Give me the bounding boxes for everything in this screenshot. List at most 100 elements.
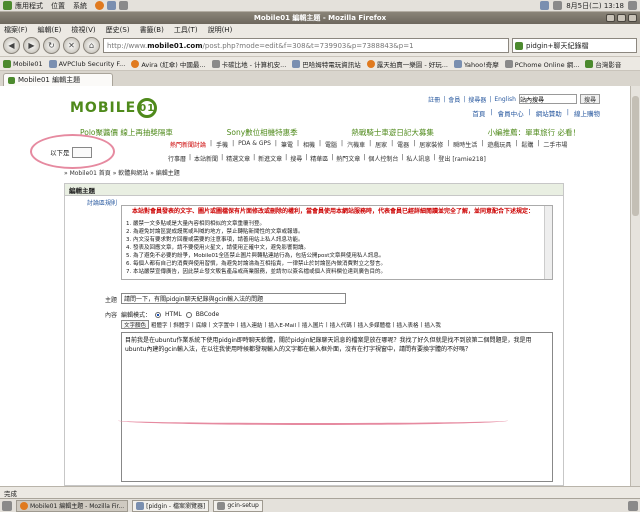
insert-media-button[interactable]: 插入多媒體檔	[358, 321, 391, 329]
post-content-editor[interactable]: 目前我是在ubuntu作業系統下使用pidgin即時聊天軟體，關於pidgin紀…	[121, 332, 553, 482]
bookmark-item[interactable]: 巴哈姆特電玩資訊站	[292, 59, 361, 69]
category-link[interactable]: 熱門新聞討論	[170, 140, 206, 149]
insert-email-button[interactable]: 插入E-Mail	[268, 321, 296, 329]
menu-edit[interactable]: 編輯(E)	[38, 25, 62, 35]
task-file-browser[interactable]: [pidgin - 檔案瀏覽器]	[132, 499, 210, 512]
forward-button[interactable]: ▶	[23, 37, 40, 54]
promo-link[interactable]: Sony數位相機特惠季	[227, 127, 298, 138]
forum-nav-link[interactable]: 精華區	[310, 154, 328, 163]
insert-image-button[interactable]: 插入圖片	[302, 321, 324, 329]
site-search-button[interactable]: 搜尋	[579, 94, 600, 104]
show-desktop-icon[interactable]	[2, 500, 12, 511]
forum-nav-link[interactable]: 精選文章	[226, 154, 250, 163]
maximize-button[interactable]	[617, 14, 626, 22]
menu-view[interactable]: 檢視(V)	[71, 25, 95, 35]
bookmark-item[interactable]: Mobile01	[3, 59, 43, 68]
category-link[interactable]: 相機	[303, 140, 315, 149]
page-scrollbar[interactable]	[630, 86, 640, 486]
forum-nav-link[interactable]: 個人控制台	[368, 154, 398, 163]
close-button[interactable]	[628, 14, 637, 22]
bookmark-item[interactable]: Avira (紅傘) 中國最...	[131, 59, 206, 69]
forum-nav-link[interactable]: 熱門文章	[336, 154, 360, 163]
bookmark-item[interactable]: 露天拍賣一樂園 - 好玩...	[366, 59, 448, 69]
menu-history[interactable]: 歷史(S)	[106, 25, 130, 35]
center-button[interactable]: 文字置中	[213, 321, 235, 329]
forum-nav-link[interactable]: 本站新聞	[194, 154, 218, 163]
category-link[interactable]: PDA & GPS	[238, 140, 271, 149]
places-menu[interactable]: 位置	[51, 1, 65, 11]
category-link[interactable]: 筆電	[281, 140, 293, 149]
category-link[interactable]: 汽機車	[347, 140, 365, 149]
italic-button[interactable]: 斜體字	[173, 321, 190, 329]
insert-me-button[interactable]: 插入我	[424, 321, 441, 329]
home-button[interactable]: ⌂	[83, 37, 100, 54]
rules-label[interactable]: 討論區規則	[69, 198, 117, 207]
rules-scrollbar[interactable]	[544, 206, 552, 279]
promo-link[interactable]: 小編推薦：單車旅行 必看！	[488, 127, 580, 138]
task-gcin-setup[interactable]: gcin-setup	[213, 499, 263, 512]
menu-bookmarks[interactable]: 書籤(B)	[140, 25, 164, 35]
bookmark-item[interactable]: 卡碳比地 - 计算机安...	[211, 59, 286, 69]
menu-help[interactable]: 說明(H)	[208, 25, 233, 35]
bookmark-item[interactable]: AVPClub Security F...	[48, 59, 125, 68]
language-dropdown[interactable]	[71, 146, 92, 158]
mail-launcher-icon[interactable]	[107, 1, 116, 10]
volume-icon[interactable]	[553, 1, 563, 10]
sponsor-link[interactable]: 網站贊助	[536, 108, 562, 118]
bookmark-item[interactable]: 台灣影音	[585, 59, 621, 69]
back-button[interactable]: ◀	[3, 37, 20, 54]
firefox-launcher-icon[interactable]	[95, 1, 104, 10]
forum-nav-link[interactable]: 私人訊息	[406, 154, 430, 163]
menu-file[interactable]: 檔案(F)	[4, 25, 28, 35]
category-link[interactable]: 瞬時生活	[453, 140, 477, 149]
search-engine-icon[interactable]	[515, 41, 523, 50]
category-link[interactable]: 手機	[216, 140, 228, 149]
category-link[interactable]: 鬆購	[521, 140, 533, 149]
category-link[interactable]: 居家裝修	[419, 140, 443, 149]
bookmark-item[interactable]: PChome Online 網...	[504, 59, 579, 69]
html-mode-radio[interactable]	[155, 311, 162, 318]
stop-button[interactable]: ✕	[63, 37, 80, 54]
clock[interactable]: 8月5日(二) 13:18	[566, 1, 624, 11]
tab-mobile01-edit[interactable]: Mobile01 編輯主題	[3, 73, 113, 86]
insert-code-button[interactable]: 插入代碼	[330, 321, 352, 329]
home-link[interactable]: 首頁	[472, 108, 485, 118]
register-link[interactable]: 註冊	[428, 95, 440, 104]
forum-nav-link[interactable]: 搜尋	[290, 154, 302, 163]
power-icon[interactable]	[628, 1, 637, 10]
insert-link-button[interactable]: 插入連結	[241, 321, 263, 329]
category-link[interactable]: 電器	[397, 140, 409, 149]
forum-nav-link[interactable]: 登出 [ramie218]	[438, 154, 485, 163]
trash-icon[interactable]	[628, 500, 638, 511]
insert-table-button[interactable]: 插入表格	[397, 321, 419, 329]
window-titlebar[interactable]: Mobile01 編輯主題 - Mozilla Firefox	[0, 12, 640, 24]
category-link[interactable]: 遊戲玩具	[487, 140, 511, 149]
category-link[interactable]: 二手市場	[543, 140, 567, 149]
help-launcher-icon[interactable]	[119, 1, 128, 10]
category-link[interactable]: 居家	[375, 140, 387, 149]
bookmark-item[interactable]: Yahoo!奇摩	[453, 59, 499, 69]
bbcode-mode-radio[interactable]	[185, 311, 192, 318]
subject-input[interactable]: 請問一下，有關pidgin聊天紀錄與gcin輸入法的問題	[121, 293, 346, 304]
reload-button[interactable]: ↻	[43, 37, 60, 54]
member-center-link[interactable]: 會員中心	[498, 108, 524, 118]
menu-tools[interactable]: 工具(T)	[174, 25, 198, 35]
network-icon[interactable]	[540, 1, 550, 10]
promo-link[interactable]: 熱戰騎士車遊日記大募集	[351, 127, 434, 138]
system-menu[interactable]: 系統	[73, 1, 87, 11]
forum-rules-box[interactable]: 本站對會員發表的文字、圖片或圖檔保有片面修改或刪除的權利，當會員使用本網站服務時…	[121, 205, 553, 280]
forum-nav-link[interactable]: 新進文章	[258, 154, 282, 163]
site-search-input[interactable]	[518, 94, 577, 104]
text-color-dropdown[interactable]: 文字顏色	[121, 320, 150, 329]
forum-nav-link[interactable]: 行事曆	[168, 154, 186, 163]
search-bar[interactable]: pidgin+聊天紀錄檔	[512, 38, 637, 53]
applications-menu[interactable]: 應用程式	[15, 1, 43, 11]
underline-button[interactable]: 底線	[196, 321, 207, 329]
search-tool-link[interactable]: 搜尋器	[468, 95, 486, 104]
scrollbar-thumb[interactable]	[632, 96, 639, 216]
category-link[interactable]: 電腦	[325, 140, 337, 149]
members-link[interactable]: 會員	[448, 95, 460, 104]
english-link[interactable]: English	[494, 96, 516, 103]
shop-link[interactable]: 線上購物	[574, 108, 600, 118]
url-bar[interactable]: http://www. mobile01.com/post.php?mode=ed…	[103, 38, 509, 53]
